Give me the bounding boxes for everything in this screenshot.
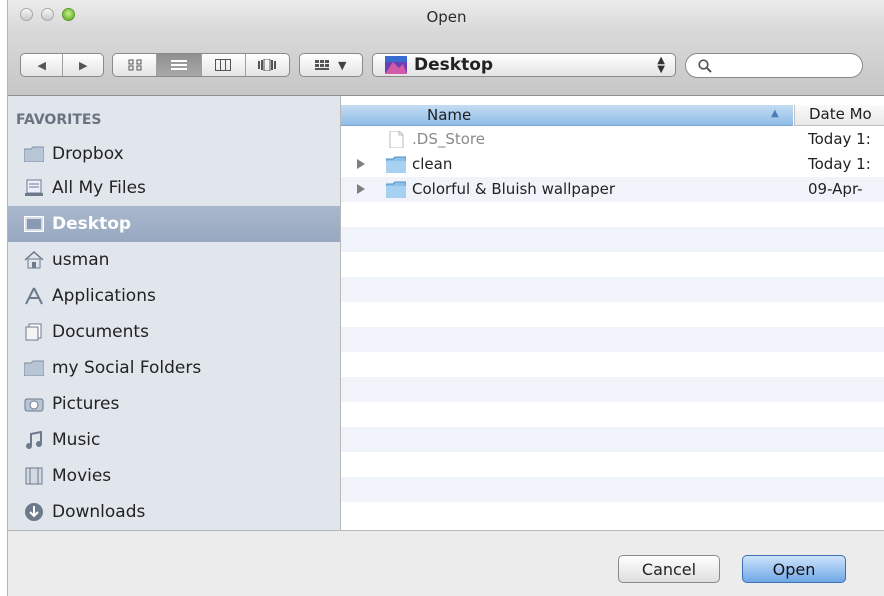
file-date: Today 1: xyxy=(808,155,871,173)
window-title: Open xyxy=(426,8,467,26)
favorites-header: FAVORITES xyxy=(16,112,102,128)
sidebar-item-desktop[interactable]: Desktop xyxy=(8,206,340,242)
download-icon xyxy=(24,502,44,522)
file-row[interactable]: Colorful & Bluish wallpaper 09-Apr- xyxy=(341,177,884,202)
open-dialog: Open ◀ ▶ ▼ Desktop ▲ ▼ FAVORITES Dropbox… xyxy=(7,0,884,596)
search-field[interactable] xyxy=(685,53,863,78)
music-icon xyxy=(24,430,44,450)
sidebar-item-label: Desktop xyxy=(52,214,132,234)
column-view-button[interactable] xyxy=(202,54,246,76)
view-mode-control xyxy=(112,53,290,77)
toolbar: ◀ ▶ ▼ Desktop ▲ ▼ xyxy=(8,36,884,96)
list-icon xyxy=(170,60,187,70)
sidebar-item-label: Documents xyxy=(52,322,149,342)
sidebar-item-label: Dropbox xyxy=(52,144,124,164)
coverflow-view-button[interactable] xyxy=(246,54,289,76)
sidebar-item-label: Music xyxy=(52,430,101,450)
disclosure-triangle-icon[interactable] xyxy=(357,159,365,169)
film-icon xyxy=(24,466,44,486)
coverflow-icon xyxy=(258,59,277,71)
empty-row xyxy=(341,477,884,502)
sidebar-item-applications[interactable]: Applications xyxy=(8,278,340,314)
column-header-name[interactable]: Name ▲ xyxy=(341,105,793,126)
columns-icon xyxy=(215,59,232,71)
column-header: Name ▲ Date Mo xyxy=(341,105,884,126)
folder-icon xyxy=(24,358,44,378)
empty-row xyxy=(341,427,884,452)
empty-row xyxy=(341,277,884,302)
file-list: Name ▲ Date Mo .DS_Store Today 1: clean … xyxy=(341,96,884,530)
sidebar-item-pictures[interactable]: Pictures xyxy=(8,386,340,422)
applications-icon xyxy=(24,286,44,306)
all-files-icon xyxy=(24,178,44,198)
desktop-icon xyxy=(24,214,44,234)
sidebar-item-all-my-files[interactable]: All My Files xyxy=(8,170,340,206)
sidebar-item-music[interactable]: Music xyxy=(8,422,340,458)
sidebar-item-my-social-folders[interactable]: my Social Folders xyxy=(8,350,340,386)
location-label: Desktop xyxy=(414,55,494,75)
back-button[interactable]: ◀ xyxy=(21,54,64,76)
triangle-down-icon: ▼ xyxy=(338,58,347,72)
sidebar-item-movies[interactable]: Movies xyxy=(8,458,340,494)
sidebar-item-label: Applications xyxy=(52,286,156,306)
dialog-footer: Cancel Open xyxy=(8,530,884,596)
icon-view-button[interactable] xyxy=(113,54,158,76)
sidebar-item-label: All My Files xyxy=(52,178,146,198)
file-name: .DS_Store xyxy=(412,130,485,148)
documents-icon xyxy=(24,322,44,342)
chevron-left-icon: ◀ xyxy=(37,58,46,72)
folder-icon xyxy=(24,144,44,164)
sidebar-item-dropbox[interactable]: Dropbox xyxy=(8,136,340,172)
sidebar-item-label: my Social Folders xyxy=(52,358,202,378)
disclosure-triangle-icon[interactable] xyxy=(357,184,365,194)
back-forward-control: ◀ ▶ xyxy=(20,53,104,77)
sidebar: FAVORITES Dropbox All My Files Desktop u… xyxy=(8,96,341,530)
empty-row xyxy=(341,377,884,402)
arrange-grid-icon xyxy=(315,60,329,70)
column-header-date[interactable]: Date Mo xyxy=(794,105,884,126)
sidebar-item-usman[interactable]: usman xyxy=(8,242,340,278)
file-name: clean xyxy=(412,155,453,173)
open-button[interactable]: Open xyxy=(742,555,846,583)
location-popup[interactable]: Desktop ▲ ▼ xyxy=(372,53,676,77)
file-date: 09-Apr- xyxy=(808,180,863,198)
chevron-right-icon: ▶ xyxy=(79,58,88,72)
empty-row xyxy=(341,227,884,252)
folder-icon xyxy=(386,156,406,173)
file-name: Colorful & Bluish wallpaper xyxy=(412,180,615,198)
sidebar-item-documents[interactable]: Documents xyxy=(8,314,340,350)
column-header-name-label: Name xyxy=(427,106,472,124)
search-icon xyxy=(698,59,712,73)
desktop-location-icon xyxy=(385,56,407,74)
camera-icon xyxy=(24,394,44,414)
sidebar-item-label: Downloads xyxy=(52,502,146,522)
sidebar-item-label: Pictures xyxy=(52,394,120,414)
sort-ascending-icon: ▲ xyxy=(771,108,779,119)
icon-grid-icon xyxy=(128,59,142,71)
forward-button[interactable]: ▶ xyxy=(63,54,103,76)
cancel-button[interactable]: Cancel xyxy=(618,555,720,583)
file-row[interactable]: .DS_Store Today 1: xyxy=(341,127,884,152)
folder-icon xyxy=(386,181,406,198)
home-icon xyxy=(24,250,44,270)
sidebar-item-downloads[interactable]: Downloads xyxy=(8,494,340,530)
updown-arrows-icon: ▲ ▼ xyxy=(657,55,665,75)
file-date: Today 1: xyxy=(808,130,871,148)
title-bar: Open xyxy=(8,0,884,36)
sidebar-item-label: Movies xyxy=(52,466,112,486)
file-row[interactable]: clean Today 1: xyxy=(341,152,884,177)
empty-row xyxy=(341,327,884,352)
document-icon xyxy=(389,131,404,148)
arrange-menu-button[interactable]: ▼ xyxy=(299,53,363,77)
list-view-button[interactable] xyxy=(157,54,202,76)
sidebar-item-label: usman xyxy=(52,250,110,270)
